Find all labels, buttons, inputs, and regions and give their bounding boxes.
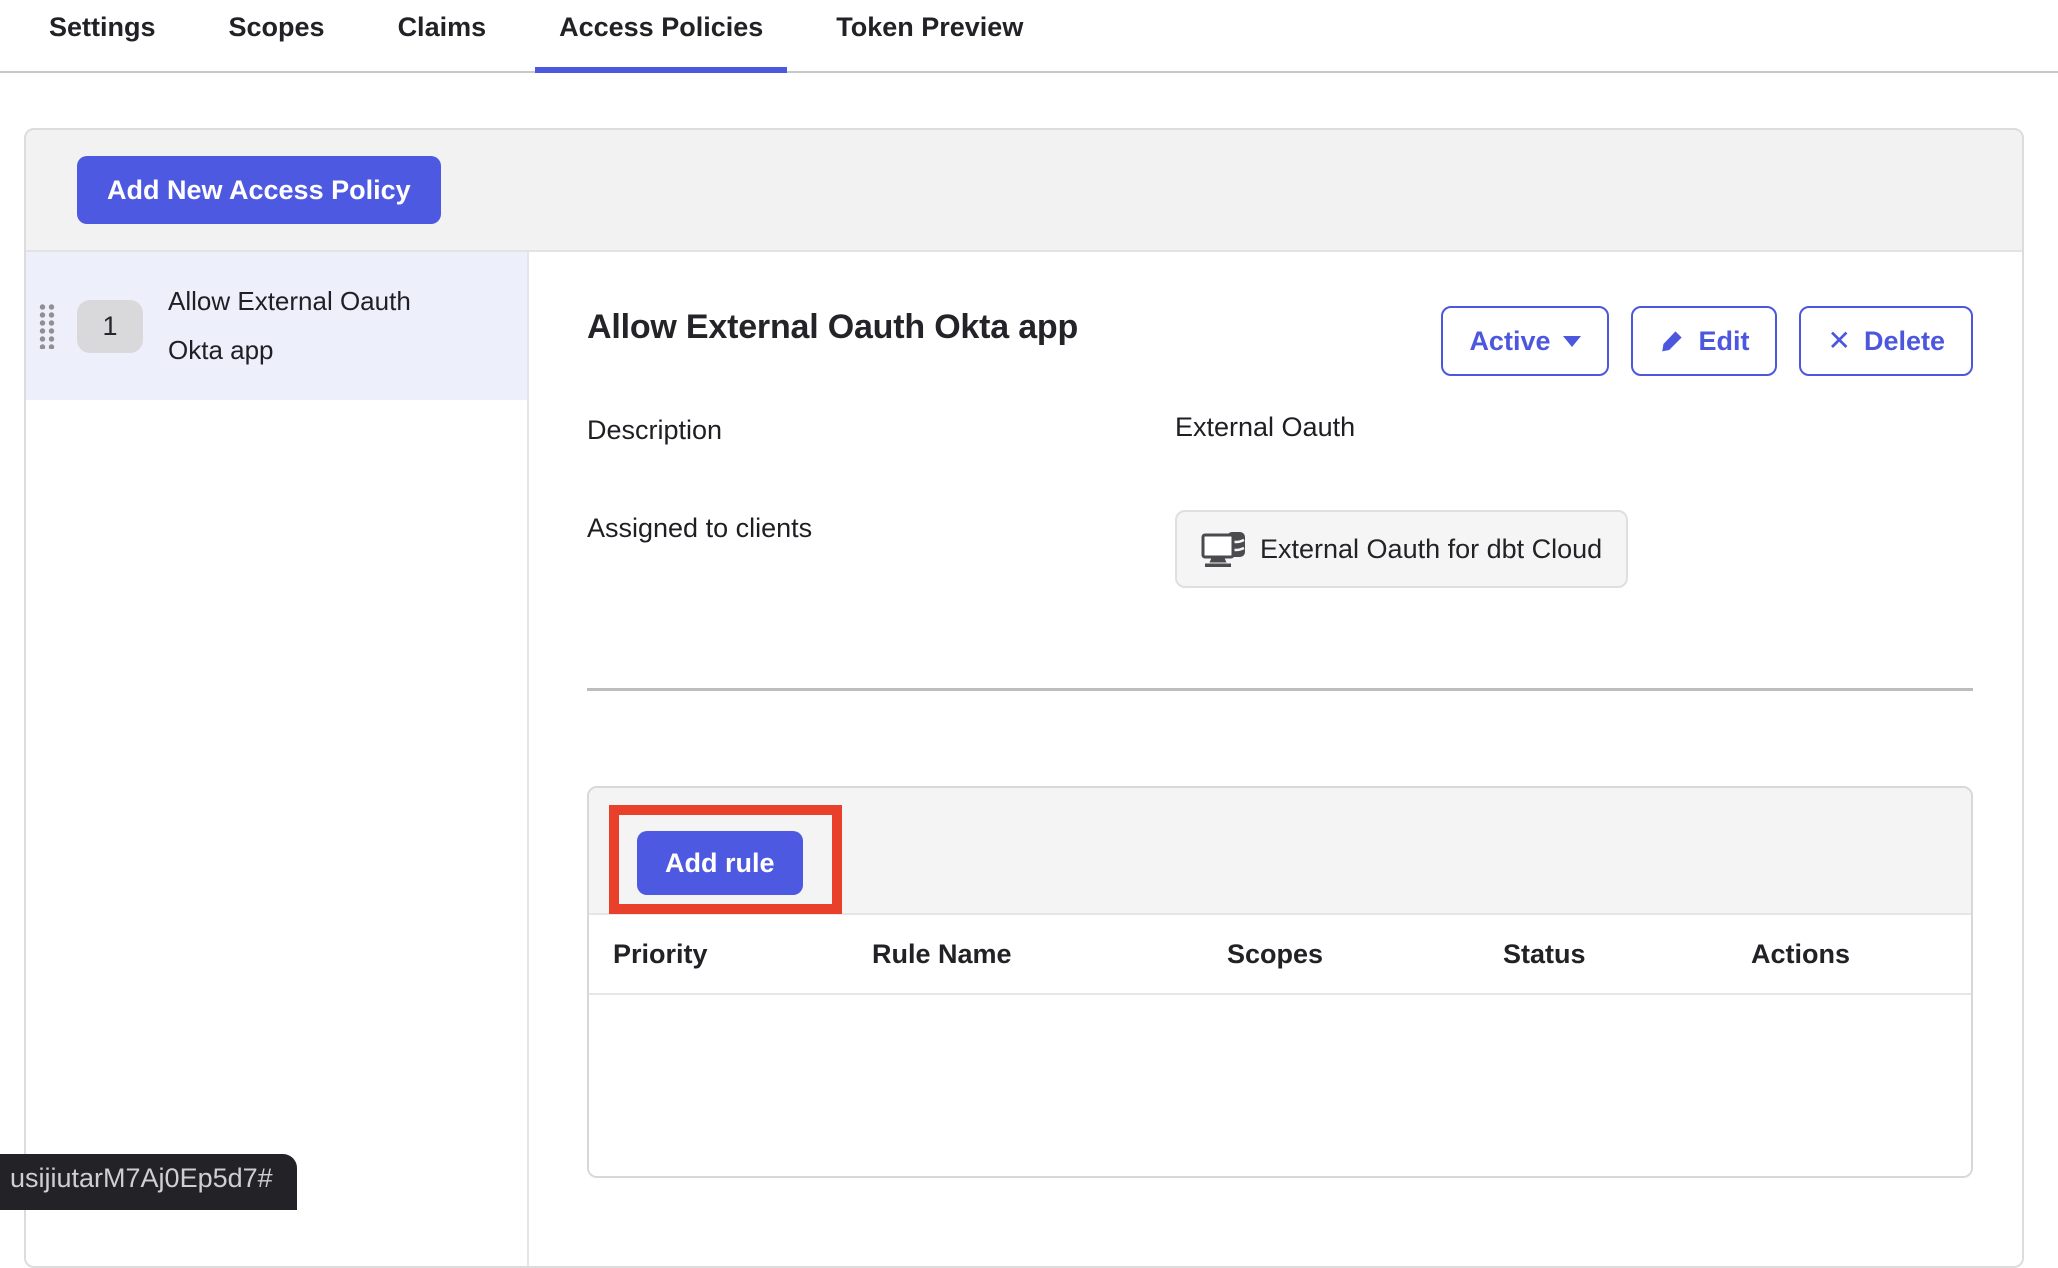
section-divider bbox=[587, 688, 1973, 691]
tab-bar: Settings Scopes Claims Access Policies T… bbox=[0, 0, 2058, 73]
computer-database-icon bbox=[1201, 529, 1247, 569]
column-scopes: Scopes bbox=[1227, 939, 1503, 970]
assigned-clients-row: Assigned to clients External Oauth for d… bbox=[587, 510, 1973, 588]
column-status: Status bbox=[1503, 939, 1751, 970]
access-policies-panel: Add New Access Policy 1 Allow External O… bbox=[24, 128, 2024, 1268]
tab-claims[interactable]: Claims bbox=[374, 12, 511, 73]
policy-name: Allow External Oauth Okta app bbox=[168, 277, 458, 375]
tab-access-policies[interactable]: Access Policies bbox=[535, 12, 787, 73]
assigned-clients-label: Assigned to clients bbox=[587, 510, 1175, 544]
delete-button[interactable]: ✕ Delete bbox=[1799, 306, 1973, 376]
policy-actions: Active Edit ✕ Delete bbox=[1441, 306, 1973, 376]
pencil-icon bbox=[1659, 328, 1685, 354]
close-icon: ✕ bbox=[1827, 327, 1850, 355]
delete-label: Delete bbox=[1864, 326, 1945, 357]
edit-label: Edit bbox=[1698, 326, 1749, 357]
description-value: External Oauth bbox=[1175, 412, 1355, 443]
policy-list-item[interactable]: 1 Allow External Oauth Okta app bbox=[26, 252, 527, 400]
drag-handle-icon[interactable] bbox=[38, 303, 57, 349]
status-dropdown-button[interactable]: Active bbox=[1441, 306, 1609, 376]
rules-card-header: Add rule bbox=[589, 788, 1971, 915]
add-rule-button[interactable]: Add rule bbox=[637, 831, 803, 895]
annotation-box: Add rule bbox=[609, 805, 842, 914]
column-rule-name: Rule Name bbox=[872, 939, 1227, 970]
policy-list: 1 Allow External Oauth Okta app bbox=[26, 252, 529, 1266]
tab-settings[interactable]: Settings bbox=[25, 12, 180, 73]
chevron-down-icon bbox=[1563, 336, 1581, 347]
panel-header: Add New Access Policy bbox=[26, 130, 2022, 252]
description-row: Description External Oauth bbox=[587, 412, 1973, 446]
rules-table-empty-body bbox=[589, 995, 1971, 1176]
column-priority: Priority bbox=[613, 939, 872, 970]
add-new-access-policy-button[interactable]: Add New Access Policy bbox=[77, 156, 441, 224]
edit-button[interactable]: Edit bbox=[1631, 306, 1777, 376]
client-chip[interactable]: External Oauth for dbt Cloud bbox=[1175, 510, 1628, 588]
description-label: Description bbox=[587, 412, 1175, 446]
tab-scopes[interactable]: Scopes bbox=[205, 12, 349, 73]
policy-priority-badge: 1 bbox=[77, 300, 143, 353]
detail-header: Allow External Oauth Okta app Active Edi… bbox=[587, 306, 1973, 376]
column-actions: Actions bbox=[1751, 939, 1971, 970]
policy-detail: Allow External Oauth Okta app Active Edi… bbox=[529, 252, 2022, 1266]
panel-body: 1 Allow External Oauth Okta app Allow Ex… bbox=[26, 252, 2022, 1266]
tab-token-preview[interactable]: Token Preview bbox=[812, 12, 1047, 73]
client-chip-label: External Oauth for dbt Cloud bbox=[1260, 534, 1602, 565]
status-label: Active bbox=[1469, 326, 1550, 357]
rules-card: Add rule Priority Rule Name Scopes Statu… bbox=[587, 786, 1973, 1178]
rules-table-header: Priority Rule Name Scopes Status Actions bbox=[589, 915, 1971, 995]
policy-title: Allow External Oauth Okta app bbox=[587, 306, 1078, 347]
